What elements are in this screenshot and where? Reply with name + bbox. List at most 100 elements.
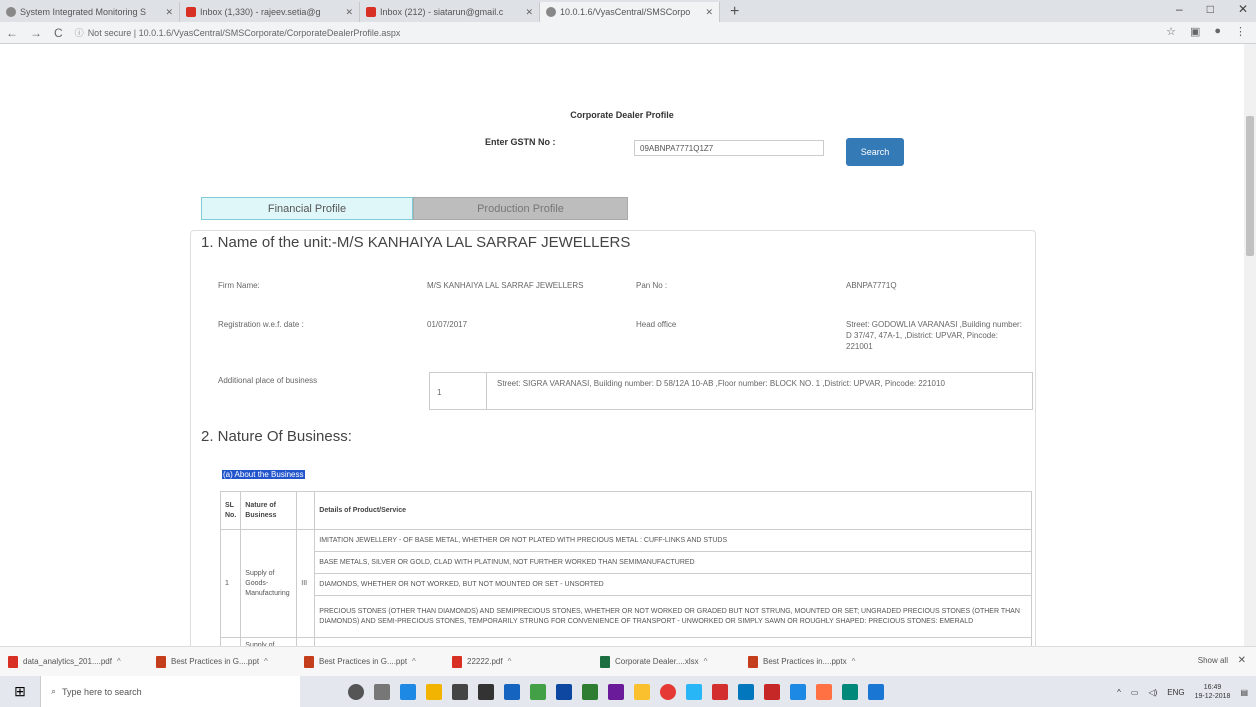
system-tray: ^ ▭ ◁) ENG 16:49 19-12-2018 ▤	[1117, 683, 1248, 701]
close-icon[interactable]: ✕	[705, 7, 713, 18]
app-icon[interactable]	[634, 683, 650, 700]
language-indicator[interactable]: ENG	[1167, 688, 1184, 697]
app-icon[interactable]	[530, 683, 546, 700]
scrollbar-thumb[interactable]	[1246, 116, 1254, 256]
chevron-up-icon[interactable]: ^	[508, 657, 512, 666]
clock[interactable]: 16:49 19-12-2018	[1195, 683, 1231, 701]
nature-cell: Supply of Goods-Manufacturing	[240, 529, 298, 638]
star-icon[interactable]: ☆	[1166, 25, 1176, 38]
show-all-button[interactable]: Show all	[1198, 656, 1228, 665]
url-field[interactable]: ⓘ Not secure | 10.0.1.6/VyasCentral/SMSCo…	[75, 26, 401, 39]
ppt-icon	[304, 655, 314, 668]
close-icon[interactable]: ✕	[165, 7, 173, 18]
col-nature: Nature of Business	[240, 491, 298, 530]
download-item[interactable]: data_analytics_201....pdf ^	[0, 655, 148, 668]
app-icon[interactable]	[556, 683, 572, 700]
app-icon[interactable]	[738, 683, 754, 700]
about-business-link[interactable]: (a) About the Business	[222, 470, 305, 479]
edge-icon[interactable]	[400, 683, 416, 700]
downloads-bar: data_analytics_201....pdf ^ Best Practice…	[0, 646, 1256, 676]
download-item[interactable]: Corporate Dealer....xlsx ^	[592, 655, 740, 668]
window-controls: – □ ✕	[1176, 2, 1248, 16]
close-window-icon[interactable]: ✕	[1238, 2, 1248, 16]
clock-date: 19-12-2018	[1194, 693, 1231, 700]
task-view-icon[interactable]	[374, 683, 390, 700]
windows-start-icon[interactable]: ⊞	[0, 683, 40, 700]
info-icon[interactable]: ⓘ	[75, 28, 84, 38]
chevron-up-icon[interactable]: ^	[412, 657, 416, 666]
browser-tab[interactable]: Inbox (212) - siatarun@gmail.c ✕	[360, 2, 540, 22]
gstin-input[interactable]	[634, 140, 824, 156]
firm-name-value: M/S KANHAIYA LAL SARRAF JEWELLERS	[427, 281, 584, 290]
reload-icon[interactable]: C	[48, 26, 69, 40]
profile-icon[interactable]: ●	[1214, 25, 1221, 38]
tab-production-profile[interactable]: Production Profile	[413, 197, 628, 220]
app-icon[interactable]	[608, 683, 624, 700]
table-row: PRECIOUS STONES (OTHER THAN DIAMONDS) AN…	[221, 595, 1032, 638]
nature-cell: Supply of	[240, 637, 298, 646]
table-header-row: SL No. Nature of Business Details of Pro…	[219, 491, 1032, 530]
app-icon[interactable]	[504, 683, 520, 700]
table-row: BASE METALS, SILVER OR GOLD, CLAD WITH P…	[221, 551, 1032, 574]
search-button[interactable]: Search	[846, 138, 904, 166]
chevron-up-icon[interactable]: ^	[704, 657, 708, 666]
chevron-up-icon[interactable]: ^	[1117, 688, 1121, 697]
powerpoint-icon[interactable]	[764, 683, 780, 700]
app-icon[interactable]	[868, 683, 884, 700]
file-explorer-icon[interactable]	[426, 683, 442, 700]
tab-financial-profile[interactable]: Financial Profile	[201, 197, 413, 220]
new-tab-button[interactable]: +	[720, 2, 749, 22]
app-icon[interactable]	[686, 683, 702, 700]
back-icon[interactable]: ←	[0, 26, 24, 40]
detail-cell: DIAMONDS, WHETHER OR NOT WORKED, BUT NOT…	[314, 573, 1032, 596]
table-row: Supply of	[219, 637, 1032, 646]
chevron-up-icon[interactable]: ^	[117, 657, 121, 666]
close-icon[interactable]: ✕	[345, 7, 353, 18]
section-nature-of-business: 2. Nature Of Business:	[201, 428, 352, 445]
volume-icon[interactable]: ◁)	[1148, 688, 1157, 697]
extension-icon[interactable]: ▣	[1190, 25, 1200, 38]
app-icon[interactable]	[842, 683, 858, 700]
store-icon[interactable]	[452, 683, 468, 700]
pan-label: Pan No :	[636, 281, 668, 290]
page-viewport: Corporate Dealer Profile Enter GSTN No :…	[0, 44, 1256, 646]
maximize-icon[interactable]: □	[1207, 2, 1214, 16]
sl-no-cell	[219, 637, 242, 646]
app-icon[interactable]	[816, 683, 832, 700]
chrome-icon[interactable]	[660, 683, 676, 700]
download-item[interactable]: Best Practices in G....ppt ^	[296, 655, 444, 668]
menu-icon[interactable]: ⋮	[1235, 25, 1246, 38]
browser-tab-active[interactable]: 10.0.1.6/VyasCentral/SMSCorpo ✕	[540, 2, 720, 22]
excel-icon[interactable]	[582, 683, 598, 700]
vertical-scrollbar[interactable]	[1244, 44, 1256, 646]
download-item[interactable]: Best Practices in....pptx ^	[740, 655, 888, 668]
network-icon[interactable]: ▭	[1131, 688, 1139, 697]
page-title: Corporate Dealer Profile	[570, 110, 674, 120]
detail-cell: BASE METALS, SILVER OR GOLD, CLAD WITH P…	[314, 551, 1032, 574]
app-icon[interactable]	[478, 683, 494, 700]
download-item[interactable]: Best Practices in G....ppt ^	[148, 655, 296, 668]
acrobat-icon[interactable]	[712, 683, 728, 700]
registration-date: 01/07/2017	[427, 320, 468, 329]
detail-cell: PRECIOUS STONES (OTHER THAN DIAMONDS) AN…	[314, 595, 1032, 638]
additional-place-label: Additional place of business	[218, 376, 318, 385]
minimize-icon[interactable]: –	[1176, 2, 1183, 16]
browser-tab[interactable]: System Integrated Monitoring S ✕	[0, 2, 180, 22]
cortana-icon[interactable]	[348, 683, 364, 700]
detail-cell: IMITATION JEWELLERY - OF BASE METAL, WHE…	[314, 529, 1032, 552]
section-unit-name: 1. Name of the unit:-M/S KANHAIYA LAL SA…	[201, 234, 631, 251]
close-icon[interactable]: ✕	[1238, 655, 1246, 666]
download-item[interactable]: 22222.pdf ^	[444, 655, 592, 668]
close-icon[interactable]: ✕	[525, 7, 533, 18]
app-icon[interactable]	[790, 683, 806, 700]
clock-time: 16:49	[1203, 684, 1222, 691]
chevron-up-icon[interactable]: ^	[264, 657, 268, 666]
chevron-up-icon[interactable]: ^	[852, 657, 856, 666]
browser-tab[interactable]: Inbox (1,330) - rajeev.setia@g ✕	[180, 2, 360, 22]
taskbar-search[interactable]: ⌕ Type here to search	[40, 676, 300, 707]
gstin-label: Enter GSTN No :	[485, 137, 556, 147]
detail-cell	[314, 637, 1032, 646]
taskbar-apps	[348, 683, 884, 700]
notification-icon[interactable]: ▤	[1240, 688, 1248, 697]
forward-icon[interactable]: →	[24, 26, 48, 40]
